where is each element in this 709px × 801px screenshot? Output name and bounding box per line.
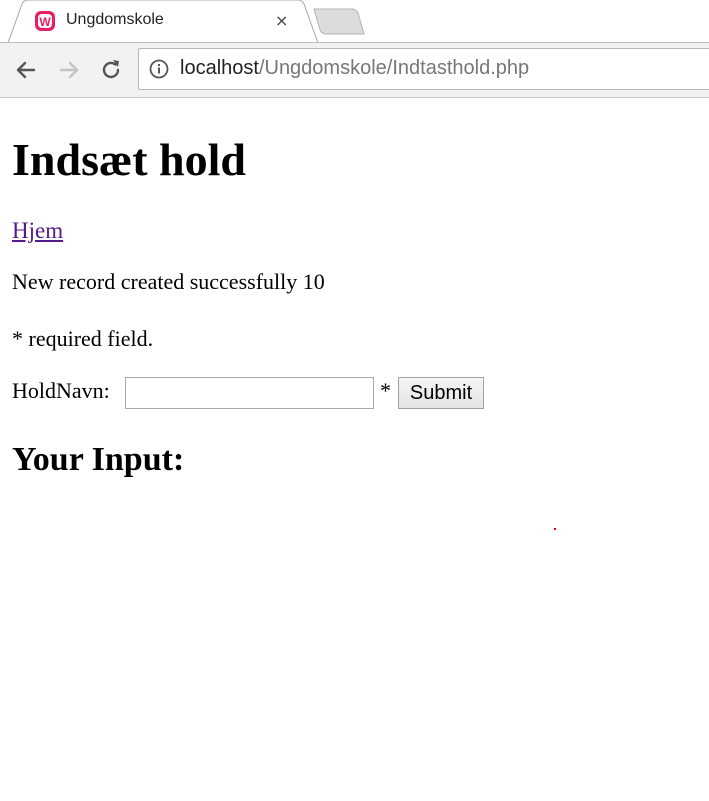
browser-tabstrip: W Ungdomskole × xyxy=(0,0,709,43)
reload-icon[interactable] xyxy=(97,56,125,84)
back-arrow-icon[interactable] xyxy=(12,56,40,84)
close-icon[interactable]: × xyxy=(275,11,288,31)
url-text: localhost/Ungdomskole/Indtasthold.php xyxy=(180,57,529,80)
home-link[interactable]: Hjem xyxy=(12,218,63,244)
forward-arrow-icon[interactable] xyxy=(55,56,83,84)
browser-tab[interactable]: W Ungdomskole × xyxy=(8,0,319,43)
required-note: * required field. xyxy=(12,326,154,351)
marker-dot xyxy=(554,528,556,530)
favicon-letter: W xyxy=(39,15,51,29)
browser-toolbar: localhost/Ungdomskole/Indtasthold.php xyxy=(0,42,709,98)
your-input-heading: Your Input: xyxy=(12,441,185,478)
page-title: Indsæt hold xyxy=(12,134,246,185)
submit-button[interactable]: Submit xyxy=(398,377,484,409)
url-path: /Ungdomskole/Indtasthold.php xyxy=(258,57,530,79)
required-star: * xyxy=(380,378,391,403)
address-bar[interactable]: localhost/Ungdomskole/Indtasthold.php xyxy=(138,48,709,90)
holdnavn-label: HoldNavn: xyxy=(12,378,110,403)
tab-title: Ungdomskole xyxy=(66,11,164,28)
info-icon[interactable] xyxy=(149,59,169,79)
new-tab-button[interactable] xyxy=(312,8,368,36)
holdnavn-input[interactable] xyxy=(125,377,374,409)
url-host: localhost xyxy=(180,57,259,79)
wampserver-icon: W xyxy=(35,11,55,31)
status-message: New record created successfully 10 xyxy=(12,269,325,294)
